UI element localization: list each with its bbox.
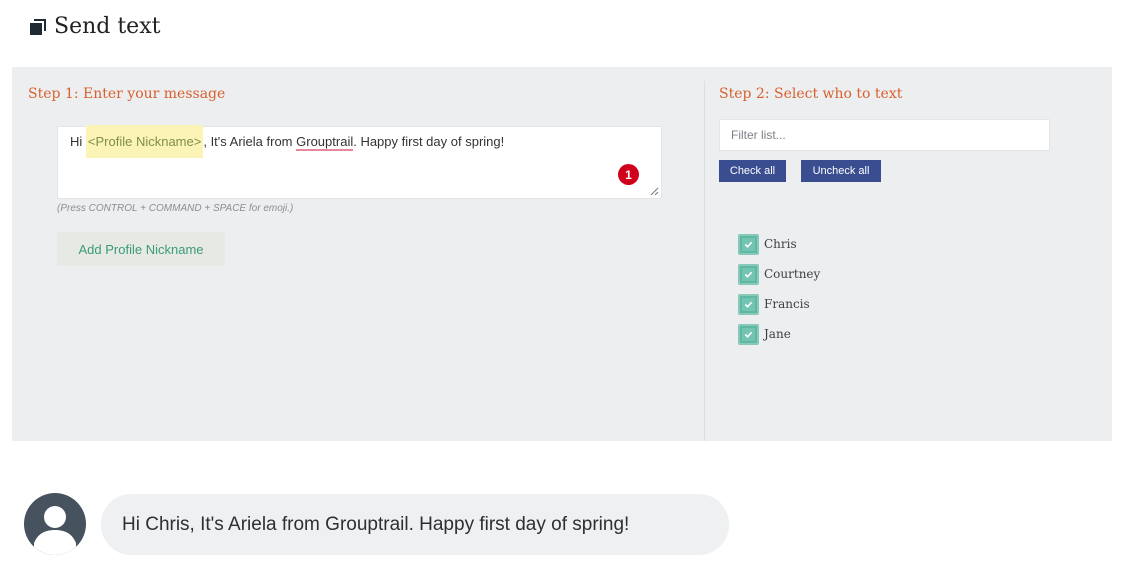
checkmark-icon [744,271,753,278]
message-middle: , It's Ariela from [203,134,297,149]
contact-name: Chris [764,237,797,251]
contact-item[interactable]: Jane [738,319,820,349]
notification-badge: 1 [618,164,639,185]
checkmark-icon [744,301,753,308]
avatar [24,493,86,555]
compose-panel: Step 1: Enter your message Hi <Profile N… [12,67,1112,441]
filter-list-input[interactable] [719,119,1050,151]
checkmark-icon [744,241,753,248]
message-preview-bubble: Hi Chris, It's Ariela from Grouptrail. H… [101,494,729,555]
person-icon [34,506,76,555]
page-header: Send text [28,14,160,39]
preview-text: Hi Chris, It's Ariela from Grouptrail. H… [122,513,630,535]
panel-divider [704,81,705,441]
add-profile-nickname-button[interactable]: Add Profile Nickname [57,232,225,266]
contact-item[interactable]: Courtney [738,259,820,289]
spellcheck-word: Grouptrail [296,134,354,151]
page-title: Send text [54,14,161,39]
message-prefix: Hi [70,134,86,149]
step2-title: Step 2: Select who to text [719,86,903,102]
message-suffix: . Happy first day of spring! [353,134,505,149]
resize-handle-icon[interactable] [649,186,659,196]
checkmark-icon [744,331,753,338]
contact-checkbox[interactable] [738,263,759,285]
contact-list: Chris Courtney Francis Jane [738,229,820,349]
check-all-button[interactable]: Check all [719,160,786,182]
contact-checkbox[interactable] [738,293,759,315]
contact-name: Francis [764,297,810,311]
contact-item[interactable]: Francis [738,289,820,319]
uncheck-all-button[interactable]: Uncheck all [801,160,881,182]
nickname-token: <Profile Nickname> [85,125,204,158]
contact-checkbox[interactable] [738,323,759,345]
step1-title: Step 1: Enter your message [28,86,226,102]
contact-name: Jane [764,327,791,341]
contact-item[interactable]: Chris [738,229,820,259]
stacked-copies-icon [30,18,46,35]
message-textarea[interactable]: Hi <Profile Nickname>, It's Ariela from … [57,125,662,199]
emoji-hint: (Press CONTROL + COMMAND + SPACE for emo… [57,203,294,214]
contact-checkbox[interactable] [738,233,759,255]
contact-name: Courtney [764,267,821,281]
message-text: Hi <Profile Nickname>, It's Ariela from … [70,125,505,158]
